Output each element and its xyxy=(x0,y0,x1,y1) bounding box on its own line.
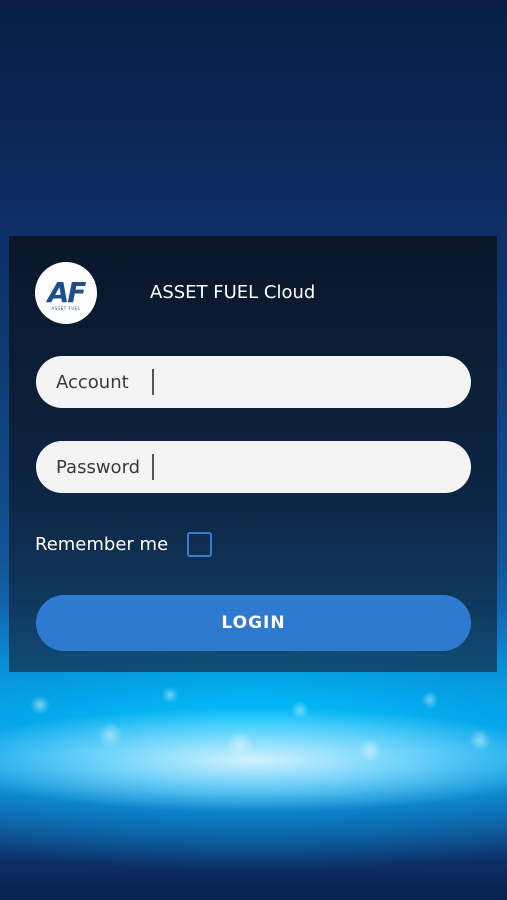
login-panel: AF ASSET FUEL ASSET FUEL Cloud Account P… xyxy=(9,236,497,672)
account-input[interactable] xyxy=(162,355,451,409)
background-bokeh xyxy=(0,665,507,795)
remember-me-label: Remember me xyxy=(35,534,169,555)
account-separator xyxy=(152,369,154,395)
remember-me-row: Remember me xyxy=(35,532,213,557)
app-logo: AF ASSET FUEL xyxy=(35,262,97,324)
logo-mark: AF xyxy=(47,275,87,309)
app-title: ASSET FUEL Cloud xyxy=(150,282,316,303)
password-separator xyxy=(152,454,154,480)
account-label: Account xyxy=(56,371,129,393)
remember-me-checkbox[interactable] xyxy=(187,532,213,557)
account-field[interactable]: Account xyxy=(36,355,471,409)
login-button[interactable]: LOGIN xyxy=(36,595,471,651)
logo-subtext: ASSET FUEL xyxy=(51,305,81,311)
password-label: Password xyxy=(56,456,141,478)
password-input[interactable] xyxy=(162,440,451,494)
password-field[interactable]: Password xyxy=(36,440,471,494)
